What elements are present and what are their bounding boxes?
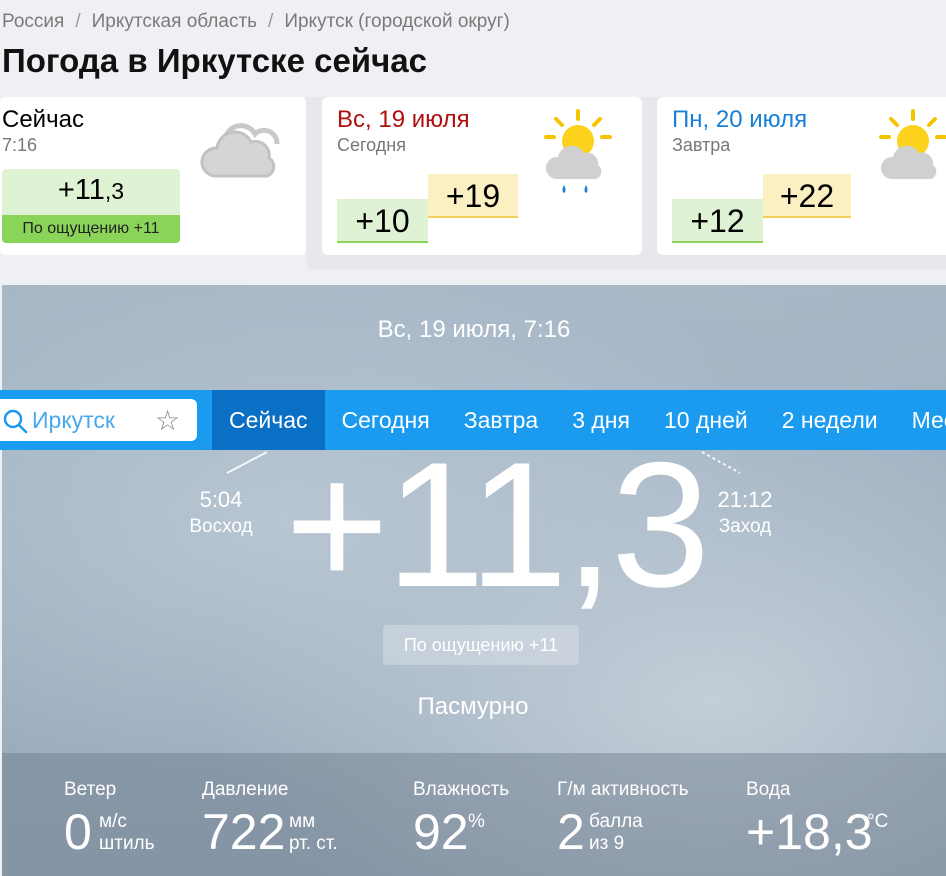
current-temperature: +11,3 bbox=[285, 425, 710, 624]
now-feels-like: По ощущению +11 bbox=[2, 215, 180, 243]
breadcrumb-irkutsk-district[interactable]: Иркутск (городской округ) bbox=[284, 11, 510, 32]
now-temperature: +11,3 bbox=[57, 174, 125, 206]
now-card-time: 7:16 bbox=[2, 135, 38, 155]
wind-description: штиль bbox=[99, 833, 155, 854]
now-card-title: Сейчас bbox=[2, 106, 84, 133]
geomagnetic-label: Г/м активность bbox=[557, 779, 689, 800]
weather-details-panel: Ветер 0 м/с штиль Давление 722 мм рт. ст… bbox=[2, 753, 946, 876]
tomorrow-high-temp: +22 bbox=[763, 174, 851, 218]
water-value: +18,3 bbox=[746, 804, 873, 860]
weather-condition: Пасмурно bbox=[417, 693, 529, 720]
sunrise-arc-line bbox=[226, 451, 268, 474]
breadcrumb-separator: / bbox=[75, 11, 81, 32]
pressure-unit-desc: рт. ст. bbox=[289, 833, 338, 854]
cloudy-icon bbox=[200, 123, 280, 178]
today-card-title: Вс, 19 июля bbox=[337, 106, 470, 133]
humidity-unit: % bbox=[468, 811, 485, 832]
now-card[interactable]: Сейчас 7:16 +11,3 По ощущению +11 bbox=[0, 97, 306, 255]
tab-2-weeks[interactable]: 2 недели bbox=[765, 390, 895, 450]
breadcrumb-russia[interactable]: Россия bbox=[2, 11, 64, 32]
tomorrow-card-sub: Завтра bbox=[672, 135, 731, 155]
humidity-value: 92 bbox=[413, 804, 469, 860]
water-unit: °C bbox=[867, 811, 889, 832]
now-temperature-box: +11,3 По ощущению +11 bbox=[2, 169, 180, 243]
partly-cloudy-icon bbox=[879, 109, 946, 179]
wind-value: 0 bbox=[64, 804, 92, 860]
pressure-unit: мм bbox=[289, 811, 316, 832]
geomagnetic-scale: из 9 bbox=[589, 833, 625, 854]
partly-cloudy-rain-icon bbox=[544, 109, 612, 193]
pressure-label: Давление bbox=[202, 779, 289, 800]
hero-datetime: Вс, 19 июля, 7:16 bbox=[377, 316, 571, 343]
today-high-temp: +19 bbox=[428, 174, 518, 218]
water-label: Вода bbox=[746, 779, 791, 800]
today-low-temp: +10 bbox=[337, 199, 428, 243]
sunrise-time: 5:04 bbox=[199, 487, 243, 512]
sunset-label: Заход bbox=[718, 516, 772, 537]
breadcrumb-irkutsk-region[interactable]: Иркутская область bbox=[92, 11, 257, 32]
geomagnetic-unit: балла bbox=[589, 811, 643, 832]
search-box: ☆ bbox=[0, 399, 197, 441]
sunset-time: 21:12 bbox=[717, 487, 773, 512]
favorite-star-icon[interactable]: ☆ bbox=[155, 404, 180, 437]
search-icon[interactable] bbox=[2, 408, 28, 434]
geomagnetic-value: 2 bbox=[557, 804, 585, 860]
today-card-sub: Сегодня bbox=[337, 135, 406, 155]
page-title: Погода в Иркутске сейчас bbox=[2, 42, 427, 79]
wind-label: Ветер bbox=[64, 779, 117, 800]
humidity-label: Влажность bbox=[413, 779, 510, 800]
tab-month[interactable]: Месяц bbox=[895, 390, 946, 450]
search-input[interactable] bbox=[32, 405, 152, 435]
breadcrumb: Россия / Иркутская область / Иркутск (городс… bbox=[2, 11, 510, 33]
tomorrow-low-temp: +12 bbox=[672, 199, 763, 243]
hero-feels-like: По ощущению +11 bbox=[383, 625, 579, 665]
pressure-value: 722 bbox=[202, 804, 286, 860]
breadcrumb-separator: / bbox=[268, 11, 274, 32]
wind-unit: м/с bbox=[99, 811, 127, 832]
today-card[interactable]: Вс, 19 июля Сегодня +10 +19 bbox=[322, 97, 642, 255]
tomorrow-card[interactable]: Пн, 20 июля Завтра +12 +22 bbox=[657, 97, 946, 255]
sunrise-label: Восход bbox=[189, 516, 253, 537]
tomorrow-card-title: Пн, 20 июля bbox=[672, 106, 808, 133]
